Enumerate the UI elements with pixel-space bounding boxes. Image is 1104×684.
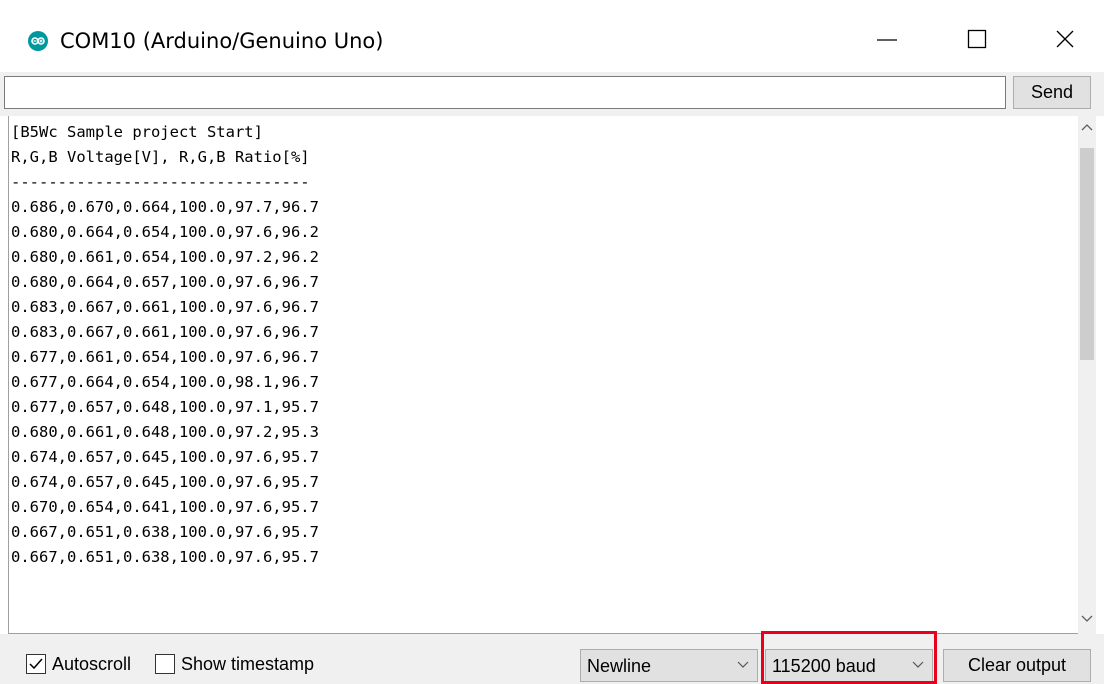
scroll-up-button[interactable] (1078, 118, 1096, 136)
close-button[interactable] (1035, 14, 1095, 64)
autoscroll-label: Autoscroll (52, 653, 132, 674)
output-line: 0.677,0.661,0.654,100.0,97.6,96.7 (11, 348, 319, 366)
baud-rate-select[interactable]: 115200 baud (765, 649, 933, 682)
output-line: [B5Wc Sample project Start] (11, 123, 263, 141)
chevron-down-icon (1081, 615, 1093, 622)
send-button[interactable]: Send (1013, 76, 1091, 109)
timestamp-checkbox[interactable] (155, 654, 175, 674)
clear-output-button[interactable]: Clear output (943, 649, 1091, 682)
arduino-icon (28, 31, 48, 51)
output-line: 0.667,0.651,0.638,100.0,97.6,95.7 (11, 548, 319, 566)
timestamp-label: Show timestamp (181, 653, 315, 674)
scroll-thumb[interactable] (1080, 148, 1094, 360)
serial-input[interactable] (4, 76, 1006, 109)
line-ending-value: Newline (587, 656, 652, 676)
baud-rate-value: 115200 baud (772, 656, 876, 676)
chevron-down-icon (912, 661, 924, 668)
output-line: 0.686,0.670,0.664,100.0,97.7,96.7 (11, 198, 319, 216)
autoscroll-toggle[interactable]: Autoscroll (26, 653, 131, 675)
vertical-scrollbar[interactable] (1078, 116, 1096, 634)
autoscroll-checkbox[interactable] (26, 654, 46, 674)
chevron-up-icon (1081, 124, 1093, 131)
maximize-icon (967, 29, 987, 49)
checkmark-icon (29, 658, 43, 670)
output-line: 0.680,0.664,0.654,100.0,97.6,96.2 (11, 223, 319, 241)
send-row: Send (0, 72, 1104, 116)
output-line: 0.680,0.661,0.654,100.0,97.2,96.2 (11, 248, 319, 266)
output-line: 0.674,0.657,0.645,100.0,97.6,95.7 (11, 473, 319, 491)
output-line: 0.683,0.667,0.661,100.0,97.6,96.7 (11, 298, 319, 316)
output-line: 0.670,0.654,0.641,100.0,97.6,95.7 (11, 498, 319, 516)
output-line: 0.677,0.664,0.654,100.0,98.1,96.7 (11, 373, 319, 391)
serial-output-panel: [B5Wc Sample project Start] R,G,B Voltage… (8, 116, 1096, 634)
serial-output[interactable]: [B5Wc Sample project Start] R,G,B Voltage… (9, 120, 1077, 632)
output-line: -------------------------------- (11, 173, 310, 191)
output-line: 0.667,0.651,0.638,100.0,97.6,95.7 (11, 523, 319, 541)
line-ending-select[interactable]: Newline (580, 649, 758, 682)
maximize-button[interactable] (947, 14, 1007, 64)
output-line: R,G,B Voltage[V], R,G,B Ratio[%] (11, 148, 310, 166)
output-line: 0.680,0.664,0.657,100.0,97.6,96.7 (11, 273, 319, 291)
title-bar: COM10 (Arduino/Genuino Uno) (0, 0, 1104, 72)
output-line: 0.677,0.657,0.648,100.0,97.1,95.7 (11, 398, 319, 416)
close-icon (1056, 30, 1074, 48)
minimize-icon (877, 39, 897, 41)
scroll-down-button[interactable] (1078, 610, 1096, 628)
output-line: 0.683,0.667,0.661,100.0,97.6,96.7 (11, 323, 319, 341)
minimize-button[interactable] (857, 14, 917, 64)
window-title: COM10 (Arduino/Genuino Uno) (60, 29, 384, 53)
chevron-down-icon (737, 661, 749, 668)
timestamp-toggle[interactable]: Show timestamp (155, 653, 314, 675)
bottom-toolbar: Autoscroll Show timestamp Newline 115200… (0, 634, 1104, 684)
output-line: 0.674,0.657,0.645,100.0,97.6,95.7 (11, 448, 319, 466)
output-line: 0.680,0.661,0.648,100.0,97.2,95.3 (11, 423, 319, 441)
